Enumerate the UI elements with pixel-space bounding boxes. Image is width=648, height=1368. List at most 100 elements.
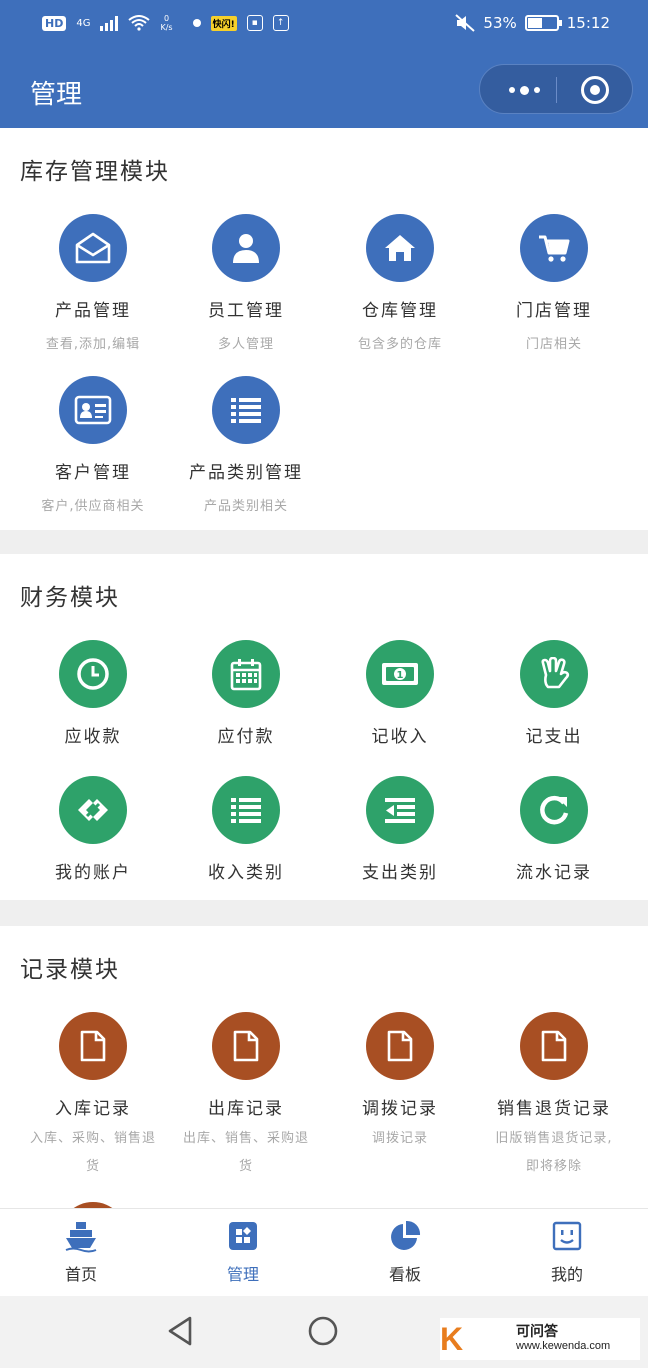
outbound-records-item[interactable]: 出库记录 出库、销售、采购退货: [170, 1012, 322, 1181]
image-icon: ▪: [246, 15, 263, 31]
status-bar: HD 4G 0 K/s 快闪! ▪ ↑ 53% 15:12: [0, 0, 648, 52]
hd-badge: HD: [42, 15, 67, 31]
inventory-section: 库存管理模块 产品管理 查看,添加,编辑 员工管理 多人管理 仓库管理 包含多的…: [0, 128, 648, 530]
network-speed: 0 K/s: [160, 14, 173, 32]
tab-mine[interactable]: 我的: [486, 1219, 648, 1285]
clock: 15:12: [566, 14, 610, 32]
customer-management-item[interactable]: 客户管理 客户,供应商相关: [17, 376, 169, 521]
item-description: 调拨记录: [371, 1131, 428, 1146]
item-description: 客户,供应商相关: [41, 499, 145, 514]
employee-management-item[interactable]: 员工管理 多人管理: [170, 214, 322, 359]
shopping-cart-icon: [520, 214, 588, 282]
watermark-name: 可问答: [516, 1324, 558, 1340]
watermark-logo: K: [440, 1321, 464, 1357]
item-label: 调拨记录: [362, 1099, 438, 1119]
record-expense-item[interactable]: 记支出: [478, 640, 630, 747]
item-label: 入库记录: [55, 1099, 131, 1119]
transaction-log-item[interactable]: 流水记录: [478, 776, 630, 883]
item-label: 流水记录: [516, 863, 592, 883]
pie-icon: [388, 1219, 422, 1253]
list-icon: [212, 776, 280, 844]
item-label: 我的账户: [55, 863, 131, 883]
document-icon: [59, 1012, 127, 1080]
grid-icon: [226, 1219, 260, 1253]
sales-return-records-item[interactable]: 销售退货记录 旧版销售退货记录, 即将移除: [478, 1012, 630, 1181]
item-description: 入库、采购、销售退货: [29, 1131, 156, 1174]
watermark: 可问答 www.kewenda.com: [440, 1318, 640, 1360]
link-icon: [59, 776, 127, 844]
item-label: 记支出: [525, 727, 583, 747]
item-label: 销售退货记录: [497, 1099, 611, 1119]
store-management-item[interactable]: 门店管理 门店相关: [478, 214, 630, 359]
face-icon: [550, 1219, 584, 1253]
income-category-item[interactable]: 收入类别: [170, 776, 322, 883]
item-label: 收入类别: [208, 863, 284, 883]
item-label: 出库记录: [208, 1099, 284, 1119]
more-menu-button[interactable]: [500, 81, 548, 99]
item-description: 门店相关: [525, 337, 582, 352]
tab-home[interactable]: 首页: [0, 1219, 162, 1285]
section-divider: [0, 530, 648, 554]
close-miniprogram-button[interactable]: [581, 76, 609, 104]
receivables-item[interactable]: 应收款: [17, 640, 169, 747]
item-label: 客户管理: [55, 463, 131, 483]
item-label: 产品类别管理: [189, 463, 303, 483]
item-label: 应收款: [64, 727, 122, 747]
item-label: 仓库管理: [362, 301, 438, 321]
item-label: 员工管理: [208, 301, 284, 321]
tab-label: 首页: [64, 1265, 97, 1284]
battery-icon: [524, 15, 562, 31]
item-description: 旧版销售退货记录, 即将移除: [495, 1131, 613, 1174]
miniprogram-capsule: [479, 64, 633, 114]
id-card-icon: [59, 376, 127, 444]
svg-text:1: 1: [397, 670, 404, 681]
document-icon: [366, 1012, 434, 1080]
product-management-item[interactable]: 产品管理 查看,添加,编辑: [17, 214, 169, 359]
section-title: 财务模块: [20, 585, 120, 611]
warehouse-management-item[interactable]: 仓库管理 包含多的仓库: [324, 214, 476, 359]
ship-icon: [64, 1219, 98, 1253]
finance-section: 财务模块 应收款 应付款 1 记收入 记支出 我的账户 收入类别 支出类别 流水…: [0, 554, 648, 900]
hand-icon: [520, 640, 588, 708]
back-icon[interactable]: [164, 1314, 196, 1348]
mute-icon: [455, 14, 476, 32]
refresh-icon: [520, 776, 588, 844]
app-tag-icon: 快闪!: [210, 15, 237, 31]
envelope-icon: [59, 214, 127, 282]
item-description: 产品类别相关: [203, 499, 288, 514]
app-header: HD 4G 0 K/s 快闪! ▪ ↑ 53% 15:12 管理: [0, 0, 648, 128]
item-description: 包含多的仓库: [357, 337, 442, 352]
my-accounts-item[interactable]: 我的账户: [17, 776, 169, 883]
product-category-management-item[interactable]: 产品类别管理 产品类别相关: [170, 376, 322, 521]
item-label: 门店管理: [516, 301, 592, 321]
clock-icon: [59, 640, 127, 708]
banknote-icon: 1: [366, 640, 434, 708]
item-label: 记收入: [371, 727, 429, 747]
record-income-item[interactable]: 1 记收入: [324, 640, 476, 747]
battery-percent: 53%: [483, 14, 517, 32]
outdent-icon: [366, 776, 434, 844]
capsule-divider: [556, 77, 557, 103]
expense-category-item[interactable]: 支出类别: [324, 776, 476, 883]
tab-dashboard[interactable]: 看板: [324, 1219, 486, 1285]
item-description: 出库、销售、采购退货: [182, 1131, 309, 1174]
upload-icon: ↑: [272, 15, 289, 31]
page-title: 管理: [30, 80, 83, 110]
item-label: 应付款: [217, 727, 275, 747]
home-icon: [366, 214, 434, 282]
document-icon: [520, 1012, 588, 1080]
tab-label: 看板: [388, 1265, 421, 1284]
bottom-tab-bar: 首页 管理 看板 我的: [0, 1208, 648, 1296]
item-description: 多人管理: [217, 337, 274, 352]
records-section: 记录模块 入库记录 入库、采购、销售退货 出库记录 出库、销售、采购退货 调拨记…: [0, 926, 648, 1208]
tab-management[interactable]: 管理: [162, 1219, 324, 1285]
user-icon: [212, 214, 280, 282]
transfer-records-item[interactable]: 调拨记录 调拨记录: [324, 1012, 476, 1153]
network-type: 4G: [76, 17, 91, 29]
tab-label: 我的: [550, 1265, 583, 1284]
payables-item[interactable]: 应付款: [170, 640, 322, 747]
item-label: 产品管理: [55, 301, 131, 321]
home-circle-icon[interactable]: [306, 1314, 340, 1348]
inbound-records-item[interactable]: 入库记录 入库、采购、销售退货: [17, 1012, 169, 1181]
watermark-url: www.kewenda.com: [516, 1340, 611, 1352]
